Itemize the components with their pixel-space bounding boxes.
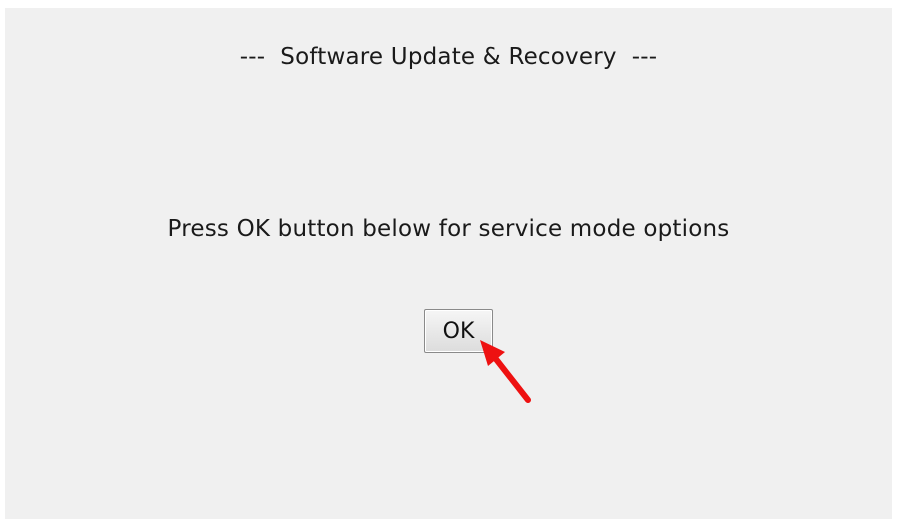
red-pointer-arrow-icon xyxy=(480,340,531,403)
recovery-dialog: --- Software Update & Recovery --- Press… xyxy=(5,8,892,519)
dialog-message: Press OK button below for service mode o… xyxy=(167,216,730,242)
dialog-title: --- Software Update & Recovery --- xyxy=(239,44,658,70)
